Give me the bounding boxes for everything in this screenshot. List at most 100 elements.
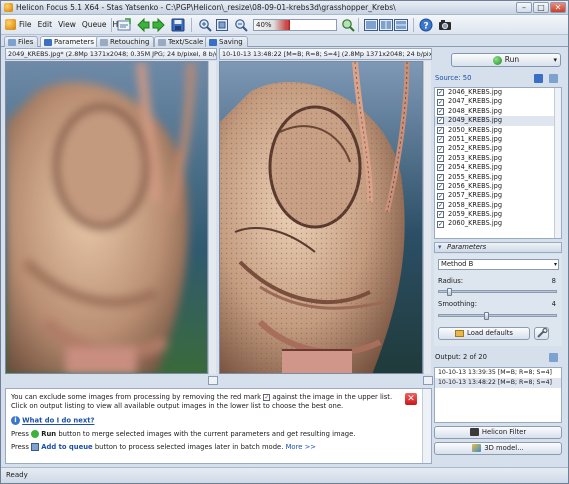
close-window-button[interactable]: ✕ — [550, 2, 566, 13]
more-link[interactable]: More >> — [286, 443, 316, 451]
file-list-item[interactable]: ✓ 2053_KREBS.jpg — [435, 154, 561, 163]
file-list-item[interactable]: ✓ 2055_KREBS.jpg — [435, 173, 561, 182]
file-checkbox[interactable]: ✓ — [437, 117, 444, 125]
open-folder-button[interactable] — [116, 17, 132, 33]
parameters-header[interactable]: ▾ Parameters — [434, 242, 562, 253]
layout-stacked-button[interactable] — [393, 17, 409, 33]
tab-files[interactable]: Files — [4, 36, 39, 47]
previous-button[interactable] — [135, 17, 151, 33]
menu-view[interactable]: View — [58, 20, 76, 29]
file-list-item[interactable]: ✓ 2052_KREBS.jpg — [435, 144, 561, 153]
smoothing-slider-knob[interactable] — [484, 312, 489, 320]
file-checkbox[interactable]: ✓ — [437, 155, 444, 163]
left-image-scrollbar[interactable] — [208, 61, 216, 374]
what-next-link[interactable]: What do I do next? — [22, 417, 94, 425]
3d-model-label: 3D model... — [484, 444, 524, 452]
output-list-item[interactable]: 10-10-13 13:39:35 [M=B; R=8; S=4] — [435, 368, 561, 378]
saving-tab-icon — [209, 39, 217, 46]
next-button[interactable] — [151, 17, 167, 33]
save-button[interactable] — [170, 17, 186, 33]
method-select[interactable]: Method B ▾ — [438, 259, 559, 270]
maximize-button[interactable]: □ — [533, 2, 549, 13]
file-checkbox[interactable]: ✓ — [437, 211, 444, 219]
radius-slider-knob[interactable] — [447, 288, 452, 296]
refresh-icon[interactable] — [549, 74, 558, 83]
zoom-out-button[interactable] — [233, 17, 249, 33]
layout-single-button[interactable] — [363, 17, 379, 33]
file-checkbox[interactable]: ✓ — [437, 108, 444, 116]
file-list-item[interactable]: ✓ 2049_KREBS.jpg — [435, 116, 561, 126]
left-navigator-button[interactable] — [208, 376, 218, 385]
app-logo-icon — [4, 3, 13, 12]
file-name: 2060_KREBS.jpg — [448, 219, 503, 228]
file-checkbox[interactable]: ✓ — [437, 183, 444, 191]
run-button[interactable]: Run ▾ — [451, 53, 561, 67]
tab-saving[interactable]: Saving — [205, 36, 248, 47]
close-hint-button[interactable]: ✕ — [405, 393, 417, 405]
file-name: 2056_KREBS.jpg — [448, 181, 503, 190]
file-checkbox[interactable]: ✓ — [437, 136, 444, 144]
tab-retouching[interactable]: Retouching — [96, 36, 155, 47]
file-list-item[interactable]: ✓ 2048_KREBS.jpg — [435, 107, 561, 116]
file-checkbox[interactable]: ✓ — [437, 173, 444, 181]
file-list-item[interactable]: ✓ 2058_KREBS.jpg — [435, 201, 561, 210]
file-list-item[interactable]: ✓ 2050_KREBS.jpg — [435, 126, 561, 135]
smoothing-slider[interactable] — [438, 312, 557, 320]
layout-split-button[interactable] — [378, 17, 394, 33]
tab-parameters[interactable]: Parameters — [40, 36, 100, 47]
file-checkbox[interactable]: ✓ — [437, 192, 444, 200]
app-menu-icon[interactable] — [5, 19, 16, 30]
file-list-item[interactable]: ✓ 2057_KREBS.jpg — [435, 191, 561, 200]
file-checkbox[interactable]: ✓ — [437, 126, 444, 134]
status-bar: Ready — [1, 467, 568, 483]
zoom-in-button[interactable] — [197, 17, 213, 33]
source-image-view[interactable] — [5, 61, 208, 374]
file-list-item[interactable]: ✓ 2046_KREBS.jpg — [435, 88, 561, 97]
menu-queue[interactable]: Queue — [82, 20, 107, 29]
tab-parameters-label: Parameters — [54, 38, 95, 46]
file-checkbox[interactable]: ✓ — [437, 220, 444, 228]
svg-text:?: ? — [424, 22, 429, 32]
fit-to-window-button[interactable] — [214, 17, 230, 33]
menu-edit[interactable]: Edit — [38, 20, 53, 29]
helicon-filter-button[interactable]: Helicon Filter — [434, 426, 562, 439]
tab-text-scale[interactable]: Text/Scale — [154, 36, 209, 47]
sort-icon[interactable] — [534, 74, 543, 83]
run-small-icon — [31, 430, 40, 438]
hint-scrollbar[interactable] — [422, 389, 431, 463]
settings-button[interactable] — [534, 327, 549, 340]
zoom-slider-magnifier-button[interactable] — [340, 17, 356, 33]
press-label-1: Press — [11, 430, 29, 438]
fit-window-icon — [216, 19, 228, 31]
output-refresh-icon[interactable] — [549, 353, 558, 362]
right-image-scrollbar[interactable] — [423, 61, 431, 374]
help-button[interactable]: ? — [418, 17, 434, 33]
file-checkbox[interactable]: ✓ — [437, 98, 444, 106]
file-list-item[interactable]: ✓ 2051_KREBS.jpg — [435, 135, 561, 144]
smoothing-value: 4 — [551, 300, 556, 308]
radius-slider[interactable] — [438, 288, 557, 296]
file-name: 2051_KREBS.jpg — [448, 134, 503, 143]
add-to-queue-link[interactable]: Add to queue — [41, 443, 92, 451]
run-button-label: Run — [504, 55, 520, 64]
load-defaults-button[interactable]: Load defaults — [438, 327, 530, 340]
file-list-scrollbar[interactable] — [554, 88, 561, 238]
menu-file[interactable]: File — [19, 20, 32, 29]
minimize-button[interactable]: – — [516, 2, 532, 13]
file-list-item[interactable]: ✓ 2047_KREBS.jpg — [435, 97, 561, 106]
file-list-item[interactable]: ✓ 2060_KREBS.jpg — [435, 219, 561, 228]
camera-button[interactable] — [437, 17, 453, 33]
file-checkbox[interactable]: ✓ — [437, 89, 444, 97]
file-list-item[interactable]: ✓ 2056_KREBS.jpg — [435, 182, 561, 191]
3d-model-button[interactable]: 3D model... — [434, 442, 562, 455]
result-image-view[interactable] — [219, 61, 423, 374]
file-list-item[interactable]: ✓ 2059_KREBS.jpg — [435, 210, 561, 219]
right-navigator-button[interactable] — [423, 376, 433, 385]
file-name: 2054_KREBS.jpg — [448, 163, 503, 172]
file-checkbox[interactable]: ✓ — [437, 164, 444, 172]
file-checkbox[interactable]: ✓ — [437, 201, 444, 209]
output-list-item[interactable]: 10-10-13 13:48:22 [M=B; R=8; S=4] — [435, 378, 561, 388]
zoom-slider[interactable]: 40% — [253, 19, 337, 31]
file-list-item[interactable]: ✓ 2054_KREBS.jpg — [435, 163, 561, 172]
file-checkbox[interactable]: ✓ — [437, 145, 444, 153]
